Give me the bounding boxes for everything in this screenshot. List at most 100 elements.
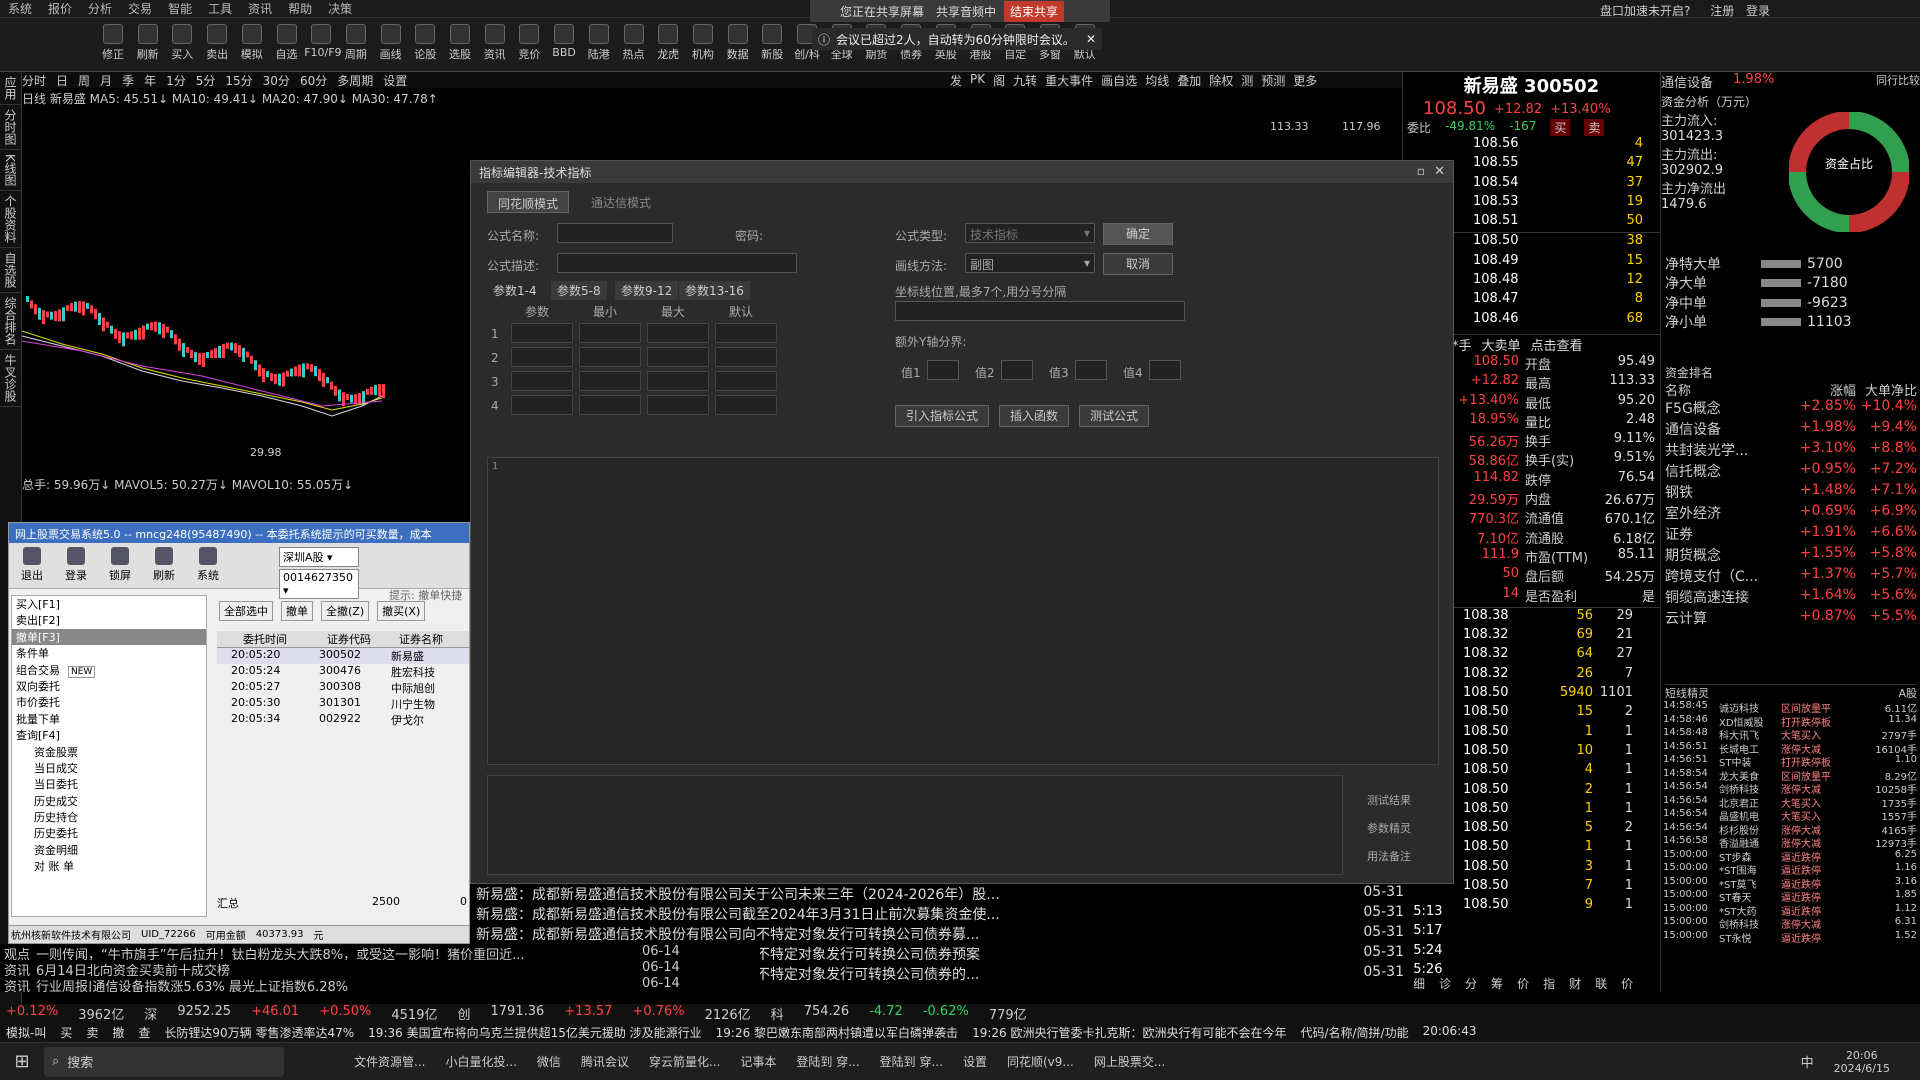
rank-row[interactable]: F5G概念 +2.85% +10.4% — [1665, 398, 1917, 419]
toolbar-button[interactable]: 选股 — [443, 22, 477, 68]
toolbar-button[interactable]: 周期 — [339, 22, 373, 68]
period-tab[interactable]: 日 — [56, 72, 68, 88]
period-tab[interactable]: 分时 — [22, 72, 46, 88]
audio-share-button[interactable]: 共享音频中 — [936, 3, 996, 20]
trade-nav-item[interactable]: 历史持仓 — [12, 809, 206, 825]
formula-name-input[interactable] — [557, 223, 673, 243]
toolbar-button[interactable]: 修正 — [96, 22, 130, 68]
cancel-button[interactable]: 取消 — [1103, 253, 1173, 275]
chart-tool[interactable]: 除权 — [1209, 72, 1233, 89]
taskbar-app[interactable]: 腾讯会议 — [571, 1053, 639, 1070]
rank-row[interactable]: 期货概念 +1.55% +5.8% — [1665, 545, 1917, 566]
toolbar-button[interactable]: F10/F9 — [304, 22, 342, 68]
left-strip-item[interactable]: K线图 — [0, 150, 21, 191]
stats-header-item[interactable]: 点击查看 — [1531, 335, 1583, 354]
trade-toolbar-button[interactable]: 刷新 — [145, 545, 183, 586]
trade-nav-item[interactable]: 历史委托 — [12, 825, 206, 841]
trade-action-button[interactable]: 撤买(X) — [377, 601, 426, 621]
menu-item[interactable]: 报价 — [40, 0, 80, 17]
register-link[interactable]: 注册 — [1710, 4, 1734, 18]
rank-row[interactable]: 证券 +1.91% +6.6% — [1665, 524, 1917, 545]
news-row[interactable]: 新易盛：成都新易盛通信技术股份有限公司截至2024年3月31日止前次募集资金使.… — [470, 904, 1414, 924]
side-link[interactable]: 用法备注 — [1367, 843, 1411, 871]
rank-header-cell[interactable]: 涨幅 — [1795, 380, 1856, 399]
yaxis-input[interactable] — [1149, 360, 1181, 380]
param-input[interactable] — [511, 347, 573, 367]
toolbar-button[interactable]: 数据 — [721, 22, 755, 68]
quote-tab[interactable]: 价 — [1517, 975, 1529, 992]
toolbar-button[interactable]: 资讯 — [478, 22, 512, 68]
period-tab[interactable]: 年 — [144, 72, 156, 88]
bottom-news-row[interactable]: 观点 一则传闻，“牛市旗手”午后拉升！钛白粉龙头大跌8%，或受这一影响！猪价重回近… — [0, 944, 760, 960]
ticker-item[interactable]: 19:26 欧洲央行管委卡扎克斯：欧洲央行有可能不会在今年 — [972, 1024, 1286, 1042]
maximize-icon[interactable]: ▫ — [1417, 164, 1425, 178]
yaxis-input[interactable] — [927, 360, 959, 380]
login-link[interactable]: 登录 — [1746, 4, 1770, 18]
table-row[interactable]: 20:05:34 002922 伊戈尔 — [217, 712, 469, 728]
ticker-item[interactable]: 买 — [60, 1024, 72, 1042]
ticker-item[interactable]: 代码/名称/简拼/功能 — [1300, 1024, 1408, 1042]
menu-item[interactable]: 分析 — [80, 0, 120, 17]
period-tab[interactable]: 60分 — [300, 72, 327, 88]
chart-tool[interactable]: 叠加 — [1177, 72, 1201, 89]
trade-nav-item[interactable]: 买入[F1] — [12, 596, 206, 612]
param-input[interactable] — [647, 371, 709, 391]
param-input[interactable] — [579, 371, 641, 391]
param-input[interactable] — [715, 395, 777, 415]
import-indicator-button[interactable]: 引入指标公式 — [895, 405, 989, 427]
taskbar-app[interactable]: 记事本 — [730, 1053, 786, 1070]
toolbar-button[interactable]: 热点 — [617, 22, 651, 68]
period-tab[interactable]: 设置 — [383, 72, 407, 88]
yaxis-input[interactable] — [1001, 360, 1033, 380]
trade-toolbar-button[interactable]: 系统 — [189, 545, 227, 586]
rank-header-cell[interactable]: 大单净比 — [1856, 380, 1917, 399]
quote-tab[interactable]: 指 — [1543, 975, 1555, 992]
param-input[interactable] — [715, 371, 777, 391]
menu-item[interactable]: 决策 — [320, 0, 360, 17]
menu-item[interactable]: 工具 — [200, 0, 240, 17]
chart-tool[interactable]: 九转 — [1013, 72, 1037, 89]
menu-item[interactable]: 智能 — [160, 0, 200, 17]
quote-tab[interactable]: 分 — [1465, 975, 1477, 992]
param-input[interactable] — [647, 323, 709, 343]
close-icon[interactable]: ✕ — [1434, 164, 1445, 179]
ticker-item[interactable]: 卖 — [86, 1024, 98, 1042]
chart-tool[interactable]: 发 — [950, 72, 962, 89]
period-tab[interactable]: 月 — [100, 72, 112, 88]
trade-toolbar-button[interactable]: 登录 — [57, 545, 95, 586]
param-input[interactable] — [647, 395, 709, 415]
sector-name[interactable]: 通信设备 — [1661, 72, 1713, 91]
toolbar-button[interactable]: 机构 — [686, 22, 720, 68]
elf-market[interactable]: A股 — [1898, 685, 1917, 701]
peer-compare-link[interactable]: 同行比较 — [1876, 72, 1920, 91]
param-input[interactable] — [715, 347, 777, 367]
param-input[interactable] — [511, 371, 573, 391]
formula-type-select[interactable]: 技术指标 ▾ — [965, 223, 1095, 243]
chart-tool[interactable]: 阁 — [993, 72, 1005, 89]
trade-toolbar-button[interactable]: 锁屏 — [101, 545, 139, 586]
param-input[interactable] — [511, 323, 573, 343]
taskbar-app[interactable]: 同花顺(v9... — [997, 1053, 1084, 1070]
left-strip-item[interactable]: 个股资料 — [0, 191, 21, 248]
formula-editor[interactable]: 1 — [487, 457, 1439, 765]
trade-action-button[interactable]: 撤单 — [281, 601, 313, 621]
trade-nav-item[interactable]: 当日成交 — [12, 760, 206, 776]
ticker-item[interactable]: 19:26 黎巴嫩东南部两村镇遭以军白磷弹袭击 — [716, 1024, 958, 1042]
period-tab[interactable]: 30分 — [263, 72, 290, 88]
ticker-item[interactable]: 19:36 美国宣布将向乌克兰提供超15亿美元援助 涉及能源行业 — [368, 1024, 701, 1042]
trade-nav-item[interactable]: 当日委托 — [12, 776, 206, 792]
quote-tab[interactable]: 联 — [1595, 975, 1607, 992]
trade-nav-item[interactable]: 卖出[F2] — [12, 612, 206, 628]
ticker-item[interactable]: 长防锂达90万辆 零售渗透率达47% — [164, 1024, 354, 1042]
trade-nav-item[interactable]: 资金股票 — [12, 744, 206, 760]
left-strip-item[interactable]: 分时图 — [0, 105, 21, 150]
period-tab[interactable]: 5分 — [196, 72, 216, 88]
taskbar-app[interactable]: 设置 — [953, 1053, 997, 1070]
toolbar-button[interactable]: BBD — [547, 22, 581, 68]
ticker-item[interactable]: 撤 — [112, 1024, 124, 1042]
trade-nav-item[interactable]: 资金明细 — [12, 842, 206, 858]
period-tab[interactable]: 季 — [122, 72, 134, 88]
trade-nav-item[interactable]: 历史成交 — [12, 793, 206, 809]
chart-tool[interactable]: 重大事件 — [1045, 72, 1093, 89]
trade-toolbar-button[interactable]: 退出 — [13, 545, 51, 586]
